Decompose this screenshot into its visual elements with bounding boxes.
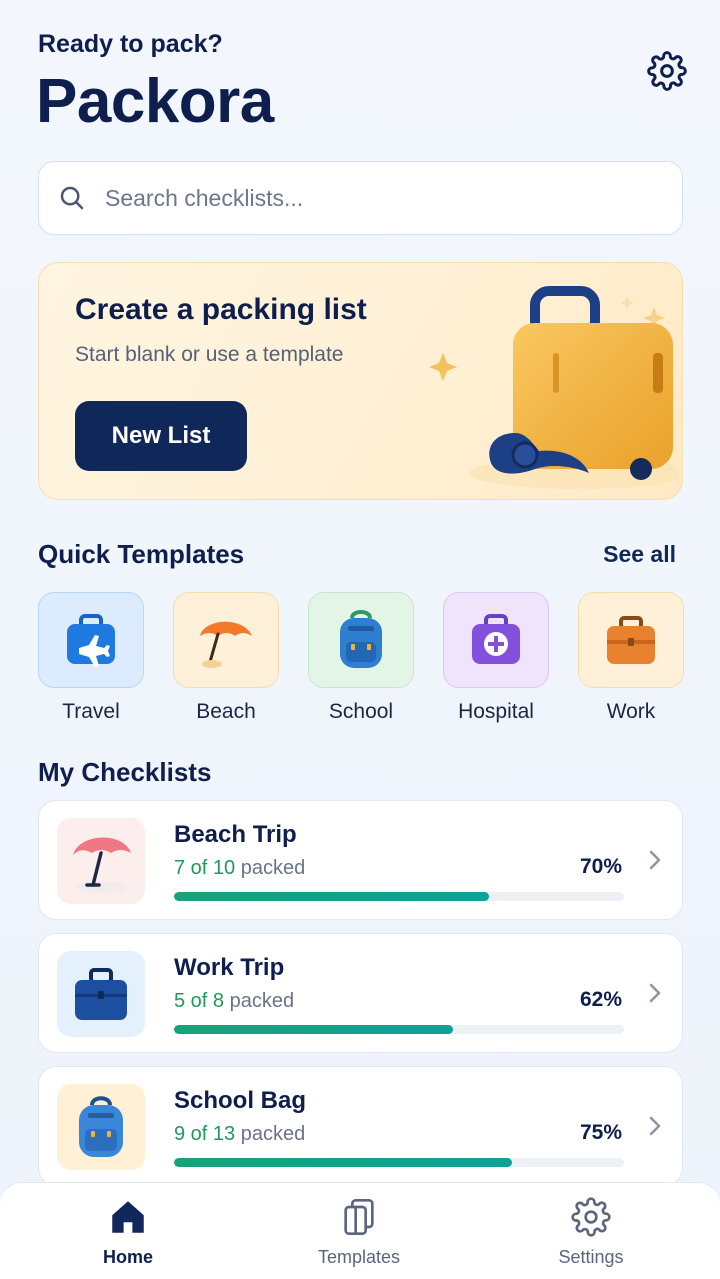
home-icon (112, 1201, 144, 1233)
template-work[interactable]: Work (578, 592, 684, 724)
checklist-name: Beach Trip (174, 821, 297, 848)
nav-templates[interactable]: Templates (284, 1195, 434, 1268)
nav-label: Home (102, 1247, 153, 1267)
packed-count: 9 of 13 (174, 1123, 236, 1145)
search-bar[interactable] (38, 161, 683, 235)
progress-bar (174, 892, 624, 901)
gear-icon (647, 51, 687, 91)
template-travel[interactable]: Travel (38, 592, 144, 724)
nav-label: Templates (317, 1247, 401, 1267)
checklist-thumb (57, 1084, 145, 1170)
checklist-thumb (57, 818, 145, 904)
checklist-progress-text: 7 of 10 packed (174, 857, 305, 880)
template-label: Travel (62, 700, 120, 723)
beach-umbrella-icon (73, 837, 131, 893)
progress-bar (174, 1158, 624, 1167)
checklist-percent: 75% (579, 1121, 622, 1144)
template-tile (578, 592, 684, 688)
chevron-right-icon (649, 1116, 661, 1136)
checklist-progress-text: 5 of 8 packed (174, 990, 294, 1013)
nav-label: Settings (558, 1247, 624, 1267)
packed-count: 5 of 8 (174, 990, 225, 1012)
app-title: Packora (36, 67, 274, 136)
search-icon (60, 186, 84, 210)
progress-bar-fill (174, 1158, 512, 1167)
header: Ready to pack? Packora (36, 30, 688, 140)
template-tile (173, 592, 279, 688)
quick-templates-title: Quick Templates (38, 539, 245, 569)
search-input[interactable] (105, 184, 625, 212)
quick-templates-row: Travel Beach School Hospital Work (38, 592, 684, 732)
new-list-button[interactable]: New List (75, 401, 247, 471)
chevron-right-icon (649, 850, 661, 870)
template-tile (308, 592, 414, 688)
beach-umbrella-icon (200, 621, 252, 668)
template-label: Work (606, 700, 656, 723)
packed-count: 7 of 10 (174, 857, 236, 879)
packed-suffix: packed (240, 857, 306, 879)
chevron-right-icon (649, 983, 661, 1003)
progress-bar (174, 1025, 624, 1034)
template-label: Hospital (458, 700, 534, 723)
greeting-text: Ready to pack? (38, 30, 223, 58)
settings-button[interactable] (646, 50, 688, 92)
progress-bar-fill (174, 1025, 453, 1034)
template-school[interactable]: School (308, 592, 414, 724)
suitcase-illustration (429, 286, 679, 489)
packed-suffix: packed (240, 1123, 306, 1145)
checklist-card-work-trip[interactable]: Work Trip 5 of 8 packed 62% (38, 933, 683, 1053)
see-all-link[interactable]: See all (603, 541, 676, 568)
create-list-card: Create a packing list Start blank or use… (38, 262, 683, 500)
hero-subtitle: Start blank or use a template (75, 343, 344, 366)
hero-title: Create a packing list (75, 293, 367, 326)
checklist-percent: 62% (579, 988, 622, 1011)
backpack-icon (340, 610, 382, 668)
templates-icon (344, 1199, 374, 1235)
checklist-percent: 70% (579, 855, 622, 878)
checklist-name: School Bag (174, 1087, 307, 1114)
progress-bar-fill (174, 892, 489, 901)
template-tile (38, 592, 144, 688)
backpack-icon (79, 1096, 123, 1157)
template-beach[interactable]: Beach (173, 592, 279, 724)
checklist-name: Work Trip (174, 954, 285, 981)
checklist-card-beach-trip[interactable]: Beach Trip 7 of 10 packed 70% (38, 800, 683, 920)
briefcase-icon (75, 968, 127, 1020)
nav-settings[interactable]: Settings (516, 1195, 666, 1268)
bottom-nav: Home Templates Settings (0, 1182, 720, 1279)
briefcase-icon (607, 616, 655, 664)
template-tile (443, 592, 549, 688)
medical-kit-icon (472, 614, 520, 664)
template-label: Beach (196, 700, 256, 723)
airplane-suitcase-icon (67, 614, 115, 667)
template-hospital[interactable]: Hospital (443, 592, 549, 724)
gear-icon (571, 1197, 611, 1237)
checklist-card-school-bag[interactable]: School Bag 9 of 13 packed 75% (38, 1066, 683, 1186)
checklist-progress-text: 9 of 13 packed (174, 1123, 305, 1146)
packed-suffix: packed (229, 990, 295, 1012)
template-label: School (328, 700, 394, 723)
nav-home[interactable]: Home (53, 1195, 203, 1268)
checklist-thumb (57, 951, 145, 1037)
my-checklists-title: My Checklists (38, 757, 212, 787)
